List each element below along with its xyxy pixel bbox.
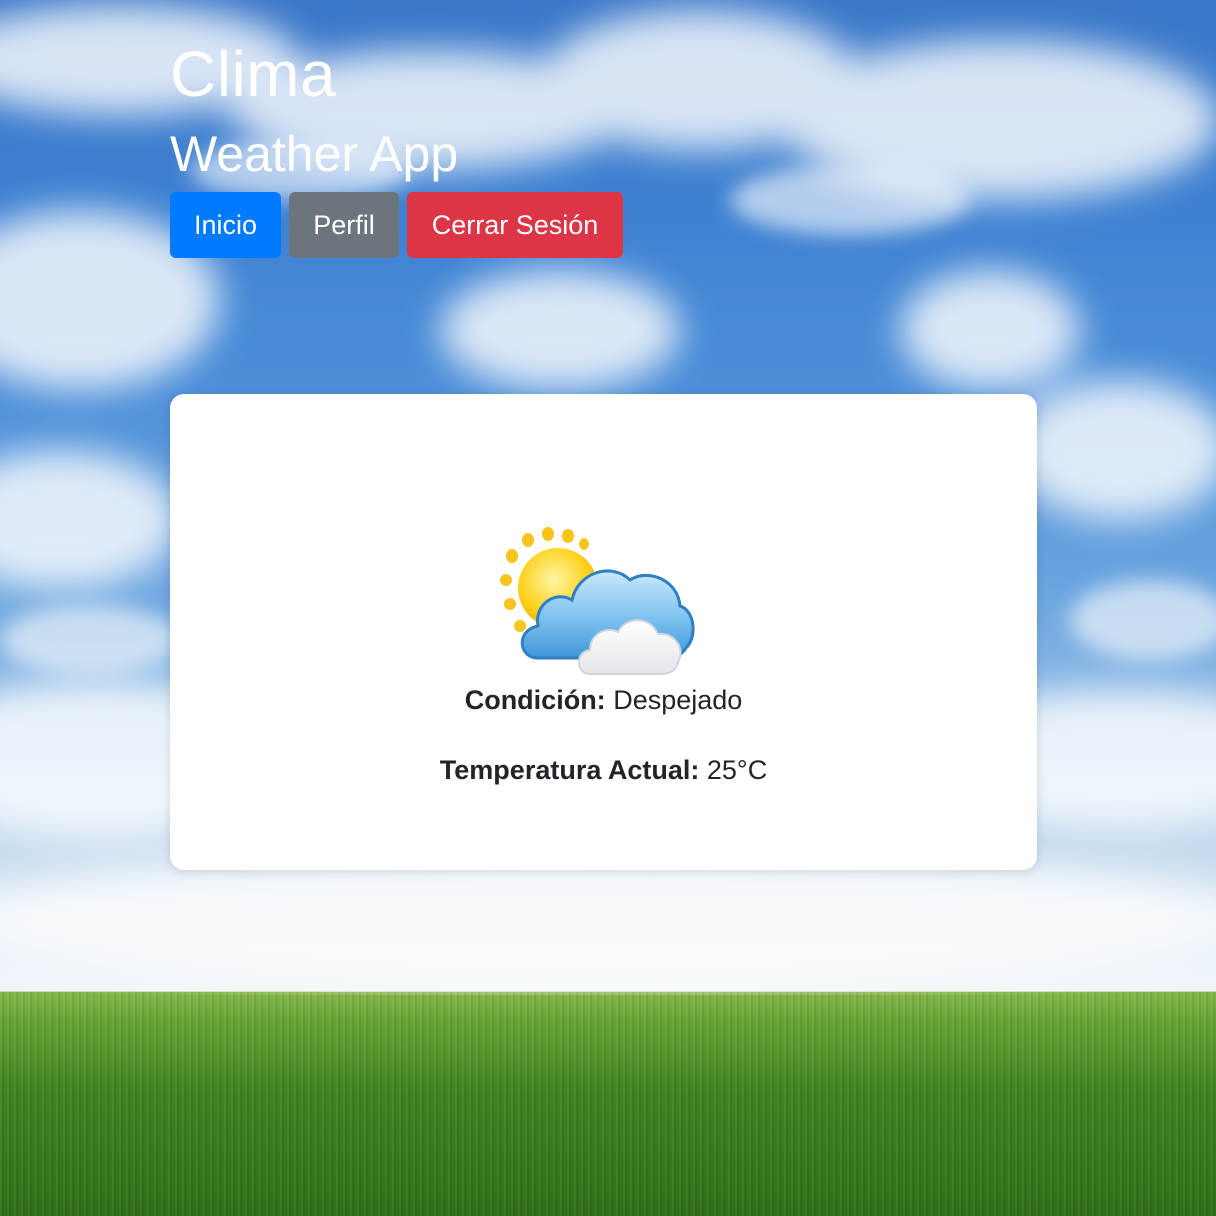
home-button[interactable]: Inicio — [170, 192, 281, 258]
temperature-value: 25°C — [706, 755, 768, 785]
app-subtitle: Weather App — [170, 126, 459, 182]
condition-line: Condición: Despejado — [170, 684, 1037, 716]
app-header: Clima Weather App Inicio Perfil Cerrar S… — [170, 38, 623, 258]
temperature-label: Temperatura Actual: — [439, 755, 700, 785]
profile-button[interactable]: Perfil — [289, 192, 399, 258]
temperature-line: Temperatura Actual: 25°C — [170, 754, 1037, 786]
app-title: Clima — [170, 38, 337, 110]
condition-value: Despejado — [613, 685, 743, 715]
main-nav: Inicio Perfil Cerrar Sesión — [170, 192, 623, 258]
weather-card: Condición: Despejado Temperatura Actual:… — [170, 394, 1037, 870]
grass-background — [0, 992, 1216, 1216]
logout-button[interactable]: Cerrar Sesión — [407, 192, 623, 258]
partly-cloudy-icon — [500, 527, 695, 675]
condition-label: Condición: — [464, 685, 606, 715]
